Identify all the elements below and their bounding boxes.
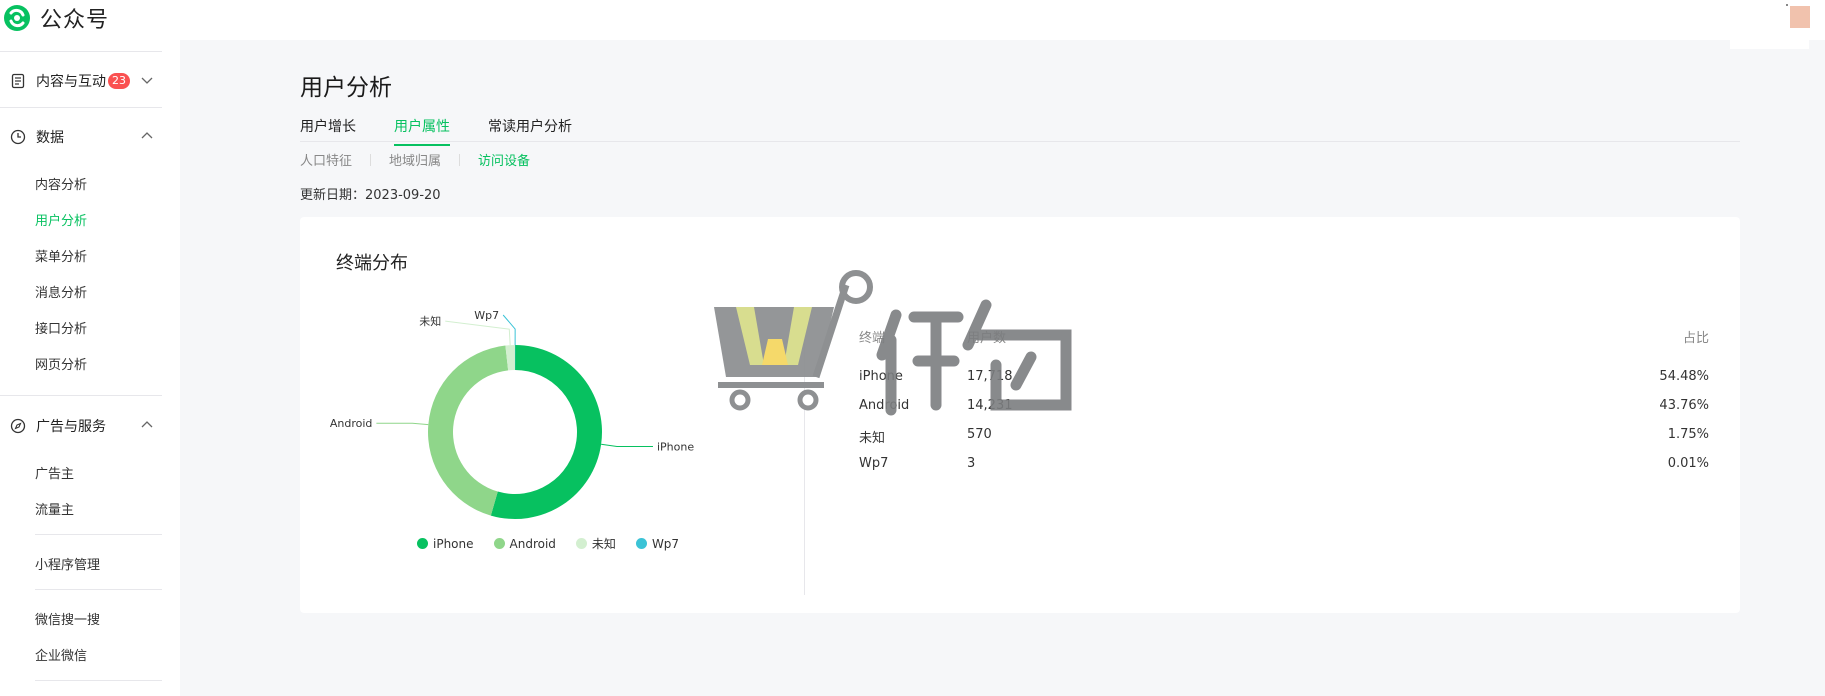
sidebar-section-label: 内容与互动 [36,74,106,90]
sidebar-divider [0,107,162,108]
sidebar-item-mini-program[interactable]: 小程序管理 [35,554,100,573]
subtab-devices[interactable]: 访问设备 [478,150,530,169]
sidebar-item-content-analysis[interactable]: 内容分析 [35,174,87,193]
legend-swatch [575,538,587,549]
donut-chart: iPhone Android 未知 Wp7 [330,309,694,519]
donut-slice-1[interactable] [427,345,509,516]
subtab-bar: 人口特征 地域归属 访问设备 [300,150,530,169]
chevron-down-icon[interactable] [140,73,154,87]
legend-item-unknown[interactable]: 未知 [575,535,616,552]
sidebar-section-data[interactable]: 数据 [10,127,64,147]
app-title: 公众号 [40,8,110,33]
sidebar-item-advertiser[interactable]: 广告主 [35,463,74,482]
table-cell-terminal: iPhone [859,369,903,384]
subtab-demographics[interactable]: 人口特征 [300,150,352,169]
table-cell-users: 14,231 [967,398,1013,413]
sidebar-divider [35,589,162,590]
sidebar-item-message-analysis[interactable]: 消息分析 [35,282,87,301]
table-cell-ratio: 1.75% [1667,427,1709,442]
sidebar-section-label: 数据 [36,130,64,146]
compass-icon [10,418,26,434]
table-cell-users: 570 [967,427,992,442]
chart-legend: iPhone Android 未知 Wp7 [417,535,699,552]
legend-label: iPhone [433,536,474,551]
terminal-distribution-card: 终端分布 iPhone Android 未知 Wp7 iPhone Android 未… [300,217,1740,613]
avatar[interactable] [1790,6,1810,28]
donut-leader-line [445,320,511,346]
legend-swatch [493,538,505,549]
card-divider [804,327,805,595]
decorative-dot [1786,4,1788,6]
donut-slice-0[interactable] [490,345,602,519]
update-date: 更新日期：2023-09-20 [300,184,441,203]
sidebar-item-api-analysis[interactable]: 接口分析 [35,318,87,337]
clock-icon [10,129,26,145]
tab-user-growth[interactable]: 用户增长 [300,116,356,144]
sidebar-divider [0,51,162,52]
table-cell-users: 17,718 [967,369,1013,384]
donut-label: Android [330,417,373,430]
sidebar-divider [35,534,162,535]
update-date-value: 2023-09-20 [365,188,441,203]
top-bar: 公众号 [0,0,1825,49]
legend-item-iphone[interactable]: iPhone [417,535,474,552]
table-header-users: 用户数 [967,331,1007,346]
donut-leader-line [376,422,429,426]
table-cell-ratio: 0.01% [1667,456,1709,471]
donut-leader-line [601,443,653,447]
sidebar-divider [0,395,162,396]
tab-user-attributes[interactable]: 用户属性 [394,116,450,146]
table-cell-terminal: Wp7 [859,456,889,471]
table-cell-users: 3 [967,456,976,471]
donut-label: iPhone [657,440,694,453]
legend-item-wp7[interactable]: Wp7 [635,535,680,552]
tab-bar: 用户增长 用户属性 常读用户分析 [300,116,1740,146]
legend-label: Android [509,536,556,551]
table-cell-terminal: Android [859,398,910,413]
page-title: 用户分析 [300,75,392,101]
sidebar: 内容与互动 23 数据 内容分析 用户分析 菜单分析 消息分析 接口分析 网页分… [0,40,180,696]
legend-swatch [417,538,428,549]
notification-badge: 23 [108,73,130,89]
donut-label: 未知 [419,314,441,328]
subtab-separator [459,153,461,166]
tab-frequent-readers[interactable]: 常读用户分析 [488,116,572,144]
donut-label: Wp7 [474,309,499,322]
legend-label: Wp7 [651,536,680,551]
sidebar-item-wecom[interactable]: 企业微信 [35,645,87,664]
app-logo[interactable]: 公众号 [2,2,109,34]
sidebar-divider [35,680,162,681]
sidebar-item-web-analysis[interactable]: 网页分析 [35,354,87,373]
legend-item-android[interactable]: Android [493,535,556,552]
sidebar-item-traffic-owner[interactable]: 流量主 [35,499,74,518]
wechat-mp-logo-icon [4,5,30,31]
table-cell-ratio: 43.76% [1659,398,1709,413]
sidebar-section-content[interactable]: 内容与互动 23 [10,71,130,91]
table-cell-ratio: 54.48% [1659,369,1709,384]
sidebar-section-label: 广告与服务 [36,419,106,435]
sidebar-item-menu-analysis[interactable]: 菜单分析 [35,246,87,265]
chevron-up-icon[interactable] [140,418,154,432]
legend-swatch [635,538,647,549]
sidebar-item-wechat-search[interactable]: 微信搜一搜 [35,609,100,628]
chevron-up-icon[interactable] [140,129,154,143]
subtab-separator [370,153,372,166]
table-header-ratio: 占比 [1682,331,1709,346]
table-header-terminal: 终端 [859,331,886,346]
table-cell-terminal: 未知 [859,431,886,446]
sidebar-item-user-analysis[interactable]: 用户分析 [35,210,87,229]
subtab-region[interactable]: 地域归属 [389,150,441,169]
update-date-label: 更新日期： [300,188,366,203]
sidebar-section-ads[interactable]: 广告与服务 [10,416,106,436]
document-icon [11,73,25,89]
legend-label: 未知 [591,537,616,551]
